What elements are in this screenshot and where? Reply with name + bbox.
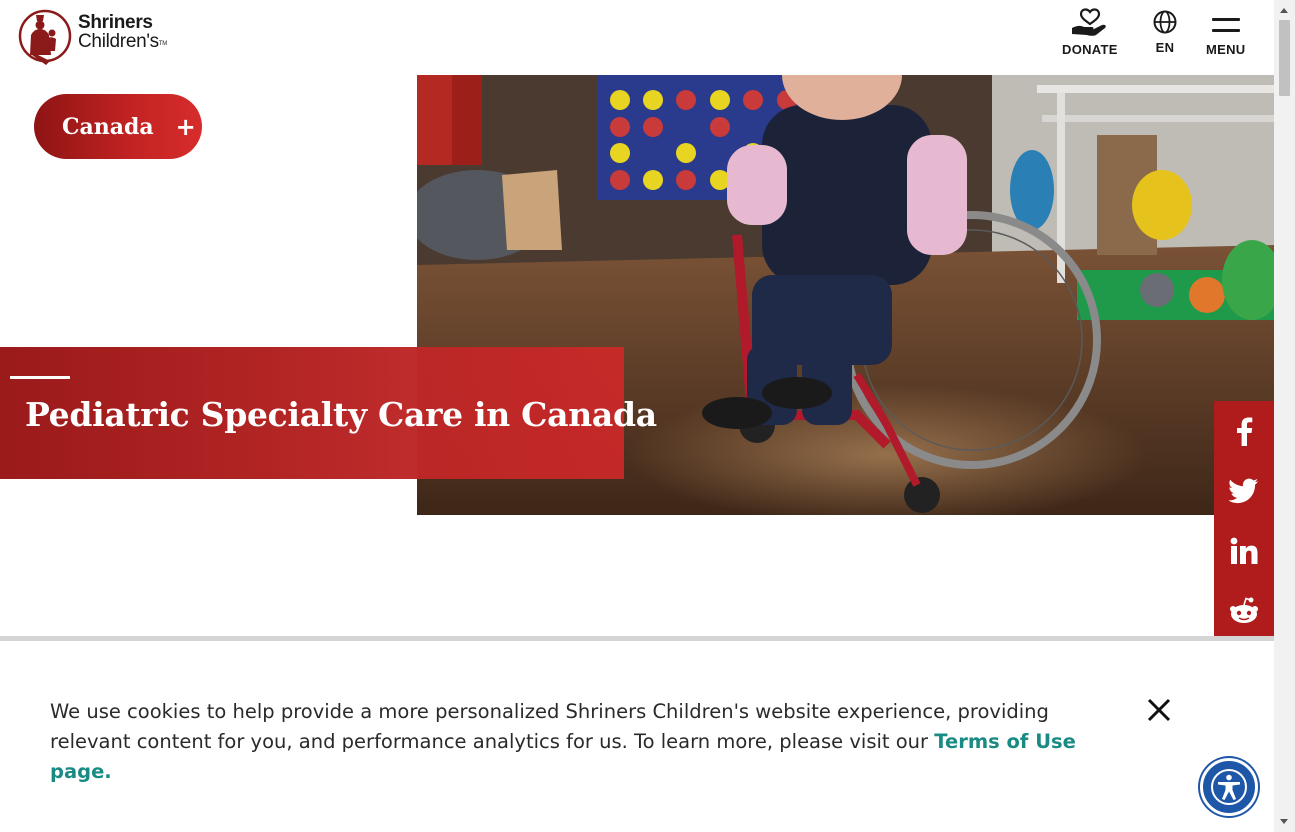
scrollbar-thumb[interactable] [1279,20,1290,96]
accessibility-button[interactable] [1200,758,1258,816]
cookie-message: We use cookies to help provide a more pe… [50,697,1100,787]
cookie-banner: We use cookies to help provide a more pe… [0,636,1274,832]
language-label: EN [1155,40,1175,55]
cookie-text: We use cookies to help provide a more pe… [50,700,1049,753]
page-title: Pediatric Specialty Care in Canada [25,395,657,434]
scroll-up-arrow-icon[interactable] [1280,8,1288,13]
social-share-bar [1214,401,1274,642]
linkedin-share-button[interactable] [1214,521,1274,581]
hamburger-icon [1211,8,1240,38]
donate-hand-heart-icon [1071,8,1106,36]
menu-label: MENU [1206,42,1246,57]
trademark: TM [158,40,167,47]
accessibility-icon [1211,769,1247,805]
facebook-icon [1237,417,1253,446]
plus-icon: + [175,112,196,141]
logo-wordmark: Shriners Children'sTM [78,13,167,54]
title-divider [10,376,70,379]
page-scrollbar[interactable] [1274,0,1295,832]
language-selector[interactable]: EN [1152,8,1178,55]
linkedin-icon [1230,537,1258,564]
globe-icon [1153,10,1177,34]
region-toggle-button[interactable]: Canada + [34,94,202,159]
close-cookie-banner-icon[interactable] [1145,696,1173,724]
facebook-share-button[interactable] [1214,401,1274,461]
reddit-share-button[interactable] [1214,581,1274,641]
region-label: Canada [62,113,154,140]
hero-title-band: Pediatric Specialty Care in Canada [0,347,657,479]
twitter-icon [1229,478,1258,504]
reddit-icon [1230,597,1258,623]
donate-label: DONATE [1062,42,1118,57]
menu-button[interactable]: MENU [1206,8,1245,57]
scroll-down-arrow-icon[interactable] [1280,819,1288,824]
logo-line-2: Children'sTM [78,32,167,54]
donate-button[interactable]: DONATE [1062,8,1118,57]
site-logo[interactable]: Shriners Children'sTM [18,5,167,69]
shriners-emblem-icon [18,9,72,65]
twitter-share-button[interactable] [1214,461,1274,521]
logo-line-1: Shriners [78,11,153,33]
logo-line-2-text: Children's [78,30,159,52]
